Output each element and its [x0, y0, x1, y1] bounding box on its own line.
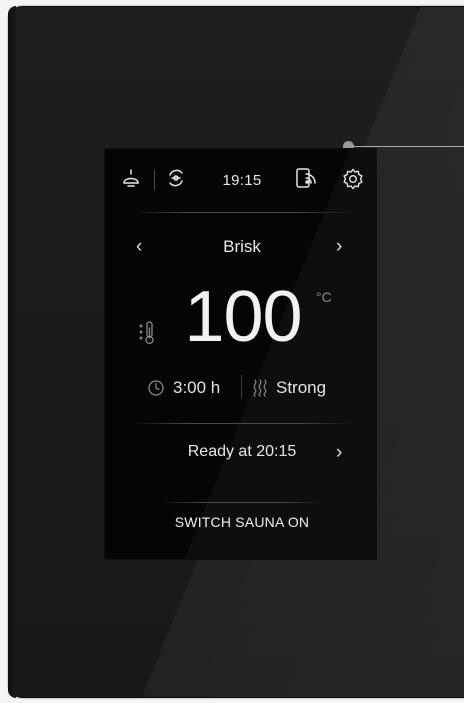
callout-line: [352, 146, 464, 147]
mid-separator: [130, 423, 354, 424]
settings-gear-icon[interactable]: [341, 167, 365, 191]
thermometer-icon: [138, 320, 158, 346]
clock-time: 19:15: [222, 172, 262, 189]
clock-icon: [147, 379, 165, 397]
lamp-icon[interactable]: [120, 168, 142, 190]
topbar-divider: [154, 170, 155, 190]
heat-waves-icon: [252, 378, 270, 398]
switch-sauna-on-button[interactable]: SWITCH SAUNA ON: [160, 514, 324, 530]
panel-edge: [8, 6, 16, 698]
bottom-separator: [160, 502, 324, 503]
topbar-separator: [130, 212, 354, 213]
chevron-left-icon[interactable]: ‹: [136, 237, 142, 257]
phone-wifi-icon[interactable]: [294, 166, 318, 190]
fan-icon[interactable]: [165, 167, 187, 189]
ready-chevron-right-icon[interactable]: ›: [336, 443, 342, 463]
temperature-unit: °C: [316, 289, 332, 305]
ready-time-label[interactable]: Ready at 20:15: [160, 443, 324, 461]
duration-value[interactable]: 3:00 h: [173, 378, 220, 398]
mode-label: Brisk: [223, 237, 261, 256]
temperature-value[interactable]: 100: [168, 276, 318, 358]
info-divider: [241, 375, 242, 399]
chevron-right-icon[interactable]: ›: [336, 237, 342, 257]
intensity-label[interactable]: Strong: [276, 378, 326, 398]
